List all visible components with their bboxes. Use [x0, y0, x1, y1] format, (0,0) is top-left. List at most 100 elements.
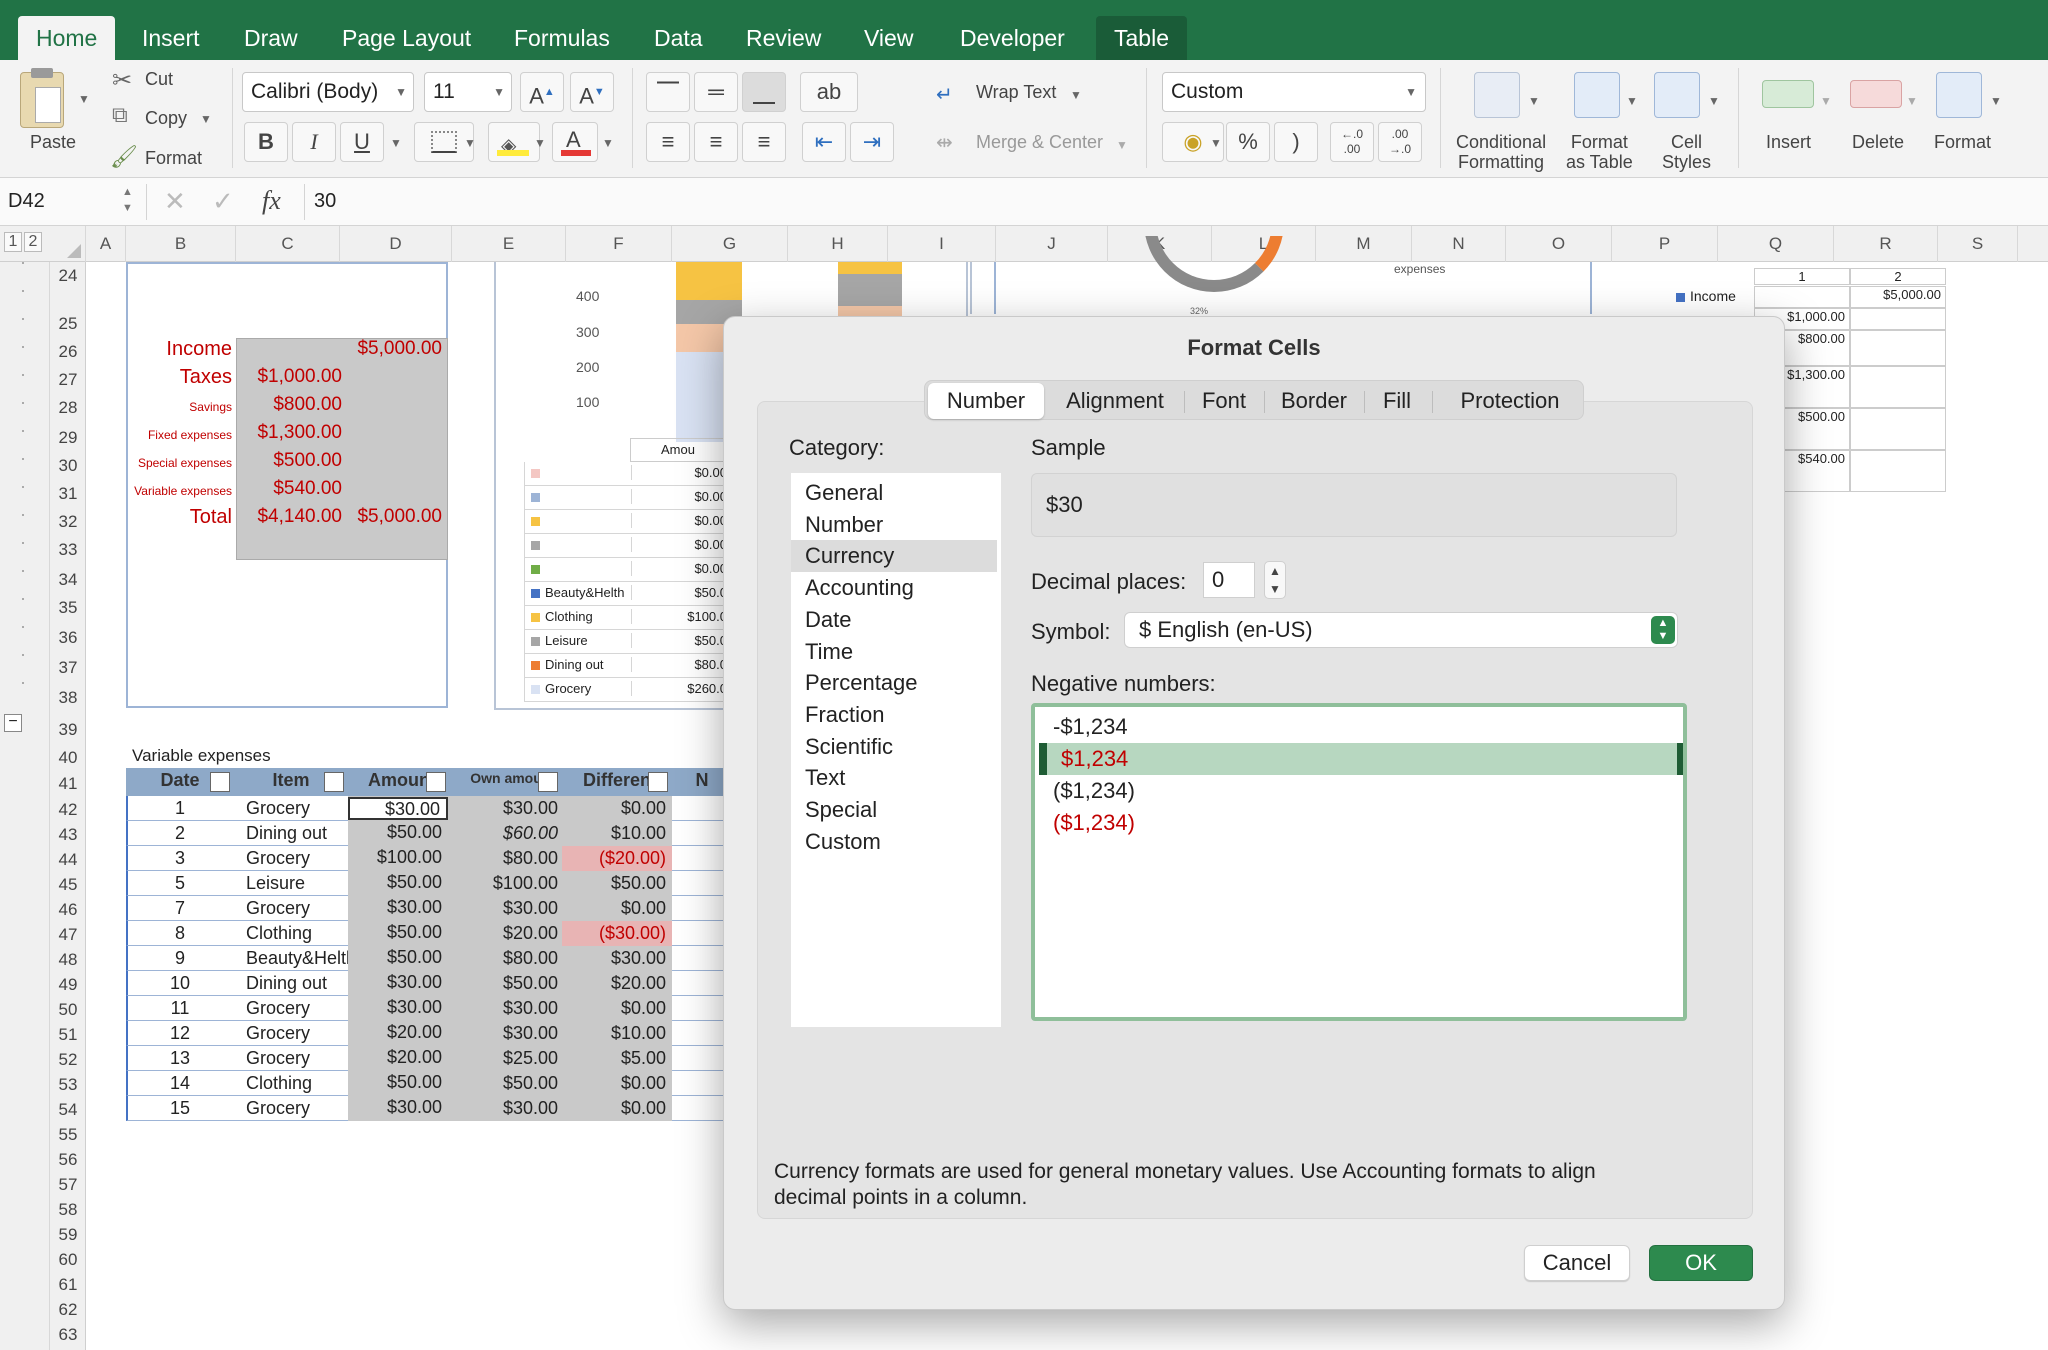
tab-formulas[interactable]: Formulas	[496, 16, 628, 60]
row-header[interactable]: 52	[50, 1050, 86, 1070]
percent-button[interactable]: %	[1226, 122, 1270, 162]
column-header[interactable]: F	[566, 226, 672, 262]
difference-cell[interactable]: $0.00	[562, 796, 672, 821]
item-cell[interactable]: Grocery	[246, 898, 348, 919]
category-item[interactable]: Special	[791, 794, 997, 826]
own-amount-cell[interactable]: $30.00	[450, 798, 558, 819]
decimal-stepper[interactable]: ▲ ▼	[1264, 561, 1286, 599]
summary-value-c[interactable]: $4,140.00	[236, 506, 342, 528]
cut-button[interactable]: Cut	[145, 69, 173, 90]
row-header[interactable]: 40	[50, 748, 86, 768]
amount-cell[interactable]: $30.00	[348, 1097, 448, 1120]
column-header[interactable]: J	[996, 226, 1108, 262]
own-amount-cell[interactable]: $60.00	[450, 823, 558, 844]
wrap-text-button[interactable]: Wrap Text	[976, 82, 1056, 103]
row-header[interactable]: 38	[50, 688, 86, 708]
negative-format-option[interactable]: $1,234	[1039, 743, 1683, 775]
column-header[interactable]: H	[788, 226, 888, 262]
row-header[interactable]: 36	[50, 628, 86, 648]
merge-center-button[interactable]: Merge & Center	[976, 132, 1103, 153]
increase-decimal-button[interactable]: ←.0 .00	[1330, 122, 1374, 162]
row-header[interactable]: 62	[50, 1300, 86, 1320]
own-amount-cell[interactable]: $30.00	[450, 998, 558, 1019]
format-as-table-icon[interactable]	[1574, 72, 1620, 118]
date-cell[interactable]: 13	[126, 1048, 234, 1069]
difference-cell[interactable]: $0.00	[562, 1071, 672, 1096]
row-header[interactable]: 28	[50, 398, 86, 418]
difference-cell[interactable]: $20.00	[562, 971, 672, 996]
filter-dropdown-icon[interactable]	[538, 772, 558, 792]
cell-styles-icon[interactable]	[1654, 72, 1700, 118]
dialog-tab-fill[interactable]: Fill	[1370, 383, 1424, 419]
amount-cell[interactable]: $100.00	[348, 847, 448, 870]
font-color-chevron-icon[interactable]: ▼	[602, 136, 614, 150]
category-item[interactable]: Currency	[791, 540, 997, 573]
row-header[interactable]: 56	[50, 1150, 86, 1170]
dialog-tab-border[interactable]: Border	[1270, 383, 1358, 419]
own-amount-cell[interactable]: $80.00	[450, 948, 558, 969]
row-header[interactable]: 44	[50, 850, 86, 870]
row-header[interactable]: 42	[50, 800, 86, 820]
font-size-select[interactable]: 11 ▼	[424, 72, 512, 112]
decrease-decimal-button[interactable]: .00 →.0	[1378, 122, 1422, 162]
row-header[interactable]: 37	[50, 658, 86, 678]
column-header[interactable]: B	[126, 226, 236, 262]
cell-styles-chevron-icon[interactable]: ▼	[1708, 94, 1720, 108]
difference-cell[interactable]: $10.00	[562, 1021, 672, 1046]
dialog-tab-number[interactable]: Number	[928, 383, 1044, 419]
row-header[interactable]: 31	[50, 484, 86, 504]
row-header[interactable]: 39	[50, 720, 86, 740]
shrink-font-button[interactable]: A▼	[570, 72, 614, 112]
category-item[interactable]: Fraction	[791, 699, 997, 731]
amount-cell[interactable]: $50.00	[348, 922, 448, 945]
row-header[interactable]: 58	[50, 1200, 86, 1220]
summary-value-c[interactable]: $540.00	[236, 478, 342, 500]
row-header[interactable]: 60	[50, 1250, 86, 1270]
row-header[interactable]: 33	[50, 540, 86, 560]
align-right-button[interactable]: ≡	[742, 122, 786, 162]
underline-chevron-icon[interactable]: ▼	[390, 136, 402, 150]
row-header[interactable]: 50	[50, 1000, 86, 1020]
right-table-cell[interactable]	[1850, 330, 1946, 366]
negative-format-option[interactable]: ($1,234)	[1039, 807, 1683, 839]
cancel-button[interactable]: Cancel	[1524, 1245, 1630, 1281]
format-chevron-icon[interactable]: ▼	[1990, 94, 2002, 108]
format-cells-button[interactable]: Format	[1934, 132, 1991, 153]
align-middle-button[interactable]: ═	[694, 72, 738, 112]
category-item[interactable]: Scientific	[791, 731, 997, 763]
column-header[interactable]: G	[672, 226, 788, 262]
category-item[interactable]: Time	[791, 636, 997, 668]
insert-cells-icon[interactable]	[1762, 80, 1814, 108]
row-header[interactable]: 27	[50, 370, 86, 390]
row-header[interactable]: 59	[50, 1225, 86, 1245]
difference-cell[interactable]: $0.00	[562, 996, 672, 1021]
date-cell[interactable]: 7	[126, 898, 234, 919]
ok-button[interactable]: OK	[1649, 1245, 1753, 1281]
column-header[interactable]: O	[1506, 226, 1612, 262]
date-cell[interactable]: 10	[126, 973, 234, 994]
cell-styles-button[interactable]: Cell Styles	[1662, 132, 1711, 172]
tab-insert[interactable]: Insert	[124, 16, 218, 60]
scissors-icon[interactable]: ✂	[112, 66, 132, 95]
item-cell[interactable]: Grocery	[246, 1023, 348, 1044]
right-table-cell[interactable]: $5,000.00	[1850, 286, 1946, 308]
date-cell[interactable]: 2	[126, 823, 234, 844]
wrap-text-chevron-icon[interactable]: ▼	[1070, 88, 1082, 102]
summary-value-c[interactable]: $1,300.00	[236, 422, 342, 444]
amount-cell[interactable]: $50.00	[348, 1072, 448, 1095]
summary-value-c[interactable]: $1,000.00	[236, 366, 342, 388]
date-cell[interactable]: 8	[126, 923, 234, 944]
date-cell[interactable]: 15	[126, 1098, 234, 1119]
align-bottom-button[interactable]: ⎽	[742, 72, 786, 112]
tab-data[interactable]: Data	[636, 16, 721, 60]
accounting-chevron-icon[interactable]: ▼	[1210, 136, 1222, 150]
row-header[interactable]: 55	[50, 1125, 86, 1145]
row-header[interactable]: 30	[50, 456, 86, 476]
tab-table[interactable]: Table	[1096, 16, 1187, 60]
filter-dropdown-icon[interactable]	[324, 772, 344, 792]
copy-chevron-icon[interactable]: ▼	[200, 112, 212, 126]
dialog-tab-protection[interactable]: Protection	[1438, 383, 1582, 419]
amount-cell[interactable]: $50.00	[348, 822, 448, 845]
merge-chevron-icon[interactable]: ▼	[1116, 138, 1128, 152]
category-item[interactable]: Custom	[791, 826, 997, 858]
